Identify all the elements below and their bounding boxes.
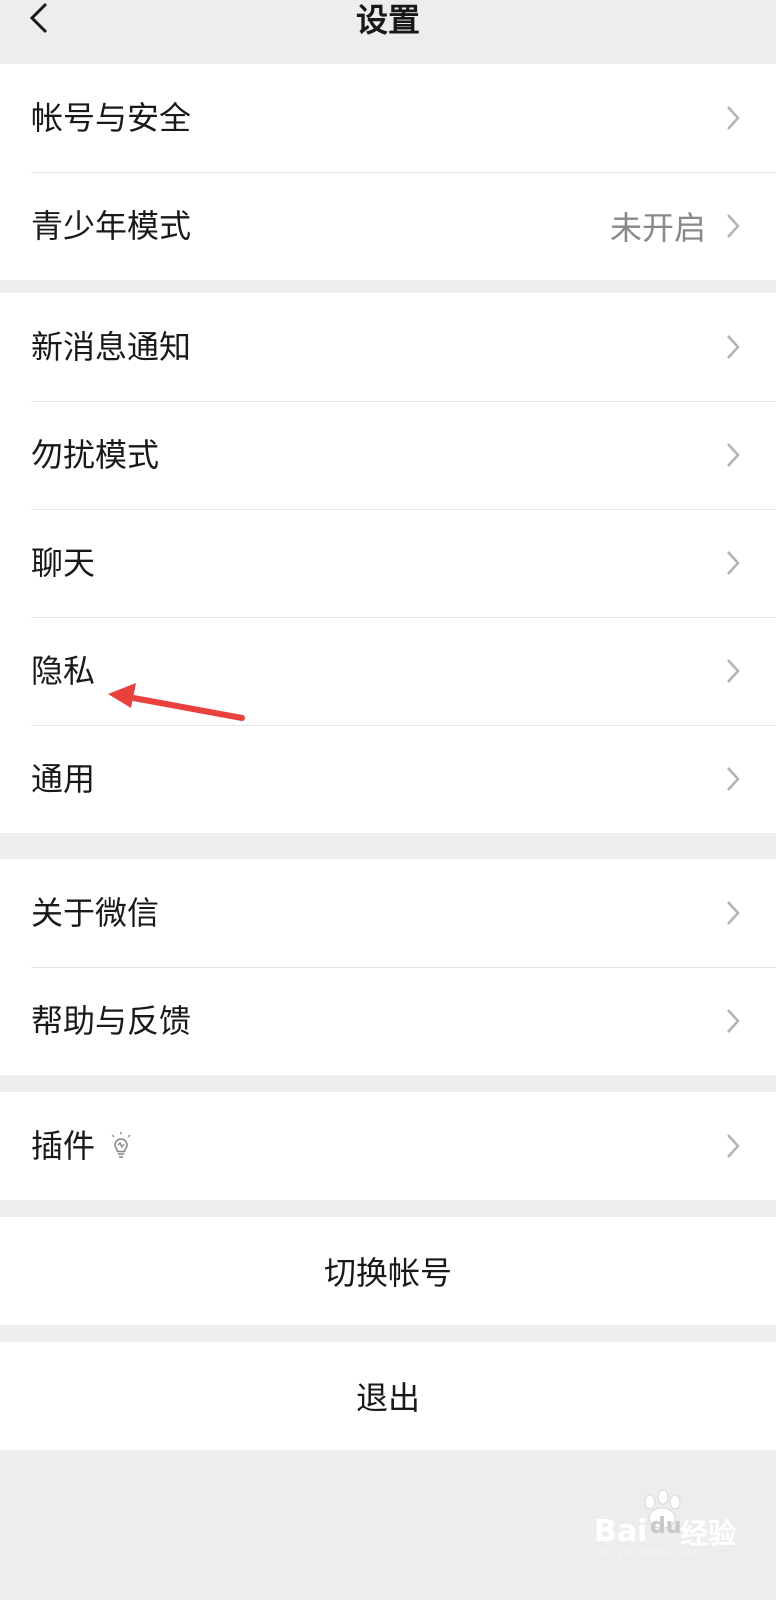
switch-account-group: 切换帐号 <box>0 1217 776 1325</box>
privacy-label: 隐私 <box>31 652 96 690</box>
chevron-right-icon <box>727 443 740 467</box>
new-message-notify-item[interactable]: 新消息通知 <box>0 293 776 401</box>
plugins-label: 插件 <box>31 1127 96 1165</box>
chevron-right-icon <box>727 767 740 791</box>
teen-mode-item[interactable]: 青少年模式 未开启 <box>0 172 776 280</box>
chevron-right-icon <box>727 1134 740 1158</box>
do-not-disturb-label: 勿扰模式 <box>31 436 160 474</box>
new-message-notify-label: 新消息通知 <box>31 328 192 366</box>
watermark-brand2: du <box>650 1514 682 1539</box>
chevron-right-icon <box>727 1009 740 1033</box>
chevron-right-icon <box>727 659 740 683</box>
about-wechat-label: 关于微信 <box>31 894 160 932</box>
general-item[interactable]: 通用 <box>0 725 776 833</box>
logout-label: 退出 <box>355 1379 420 1417</box>
general-label: 通用 <box>31 760 96 798</box>
account-security-item[interactable]: 帐号与安全 <box>0 64 776 172</box>
watermark-brand: Bai <box>594 1514 648 1549</box>
plugins-item[interactable]: 插件 <box>0 1092 776 1200</box>
baidu-watermark: Bai du 经验 jingyan.baidu.com <box>590 1488 760 1559</box>
chevron-right-icon <box>727 214 740 238</box>
help-feedback-item[interactable]: 帮助与反馈 <box>0 967 776 1075</box>
chevron-right-icon <box>727 551 740 575</box>
watermark-url: jingyan.baidu.com <box>596 1546 698 1559</box>
logout-group: 退出 <box>0 1342 776 1450</box>
about-wechat-item[interactable]: 关于微信 <box>0 859 776 967</box>
chat-item[interactable]: 聊天 <box>0 509 776 617</box>
lightbulb-icon <box>111 1132 131 1158</box>
chevron-right-icon <box>727 901 740 925</box>
about-group: 关于微信 帮助与反馈 <box>0 859 776 1075</box>
logout-button[interactable]: 退出 <box>0 1342 776 1450</box>
privacy-item[interactable]: 隐私 <box>0 617 776 725</box>
general-group: 新消息通知 勿扰模式 聊天 隐私 通用 <box>0 293 776 833</box>
account-security-label: 帐号与安全 <box>31 99 192 137</box>
switch-account-label: 切换帐号 <box>323 1254 452 1292</box>
chat-label: 聊天 <box>31 544 96 582</box>
page-title: 设置 <box>355 1 420 39</box>
help-feedback-label: 帮助与反馈 <box>31 1002 192 1040</box>
nav-bar: 设置 <box>0 0 776 64</box>
account-group: 帐号与安全 青少年模式 未开启 <box>0 64 776 280</box>
chevron-right-icon <box>727 106 740 130</box>
teen-mode-label: 青少年模式 <box>31 207 192 245</box>
do-not-disturb-item[interactable]: 勿扰模式 <box>0 401 776 509</box>
switch-account-button[interactable]: 切换帐号 <box>0 1217 776 1325</box>
plugins-group: 插件 <box>0 1092 776 1200</box>
teen-mode-status: 未开启 <box>609 209 706 247</box>
chevron-right-icon <box>727 335 740 359</box>
